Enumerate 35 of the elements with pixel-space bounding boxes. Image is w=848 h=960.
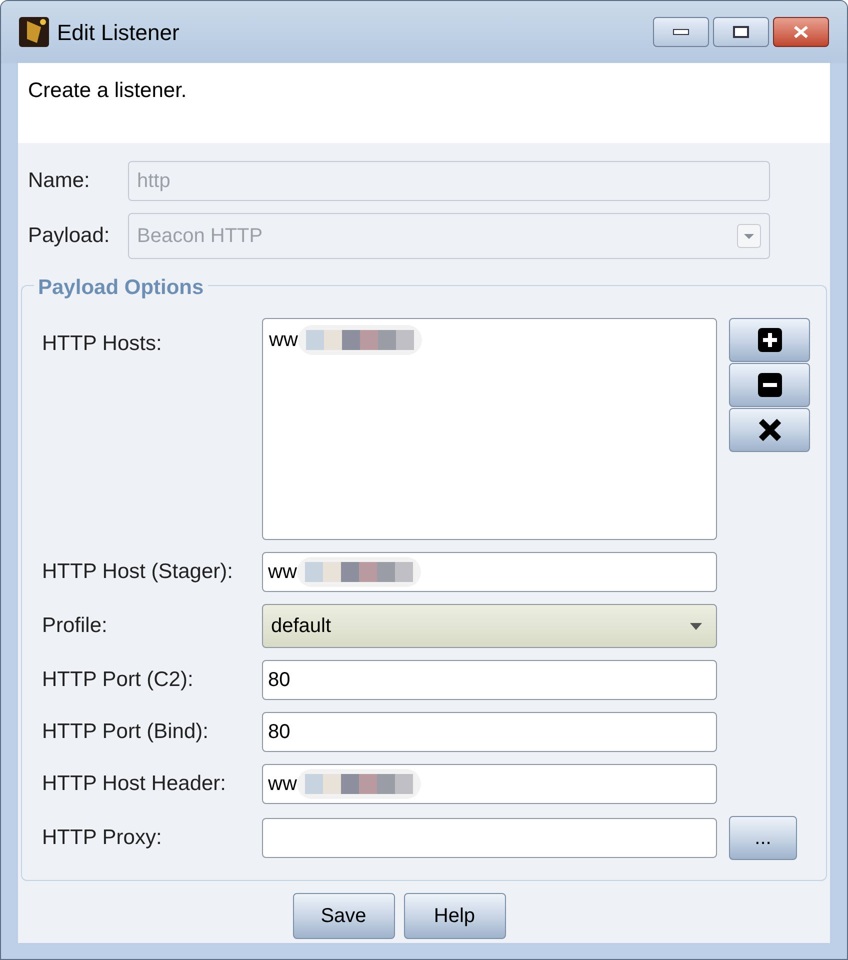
app-icon <box>19 17 49 47</box>
dialog-button[interactable]: Save <box>292 893 394 939</box>
caret-icon <box>690 622 702 630</box>
maximize-button[interactable] <box>713 17 769 47</box>
field-label: HTTP Hosts: <box>42 331 163 357</box>
field-label: Payload: <box>28 223 111 250</box>
profile-dropdown[interactable]: default <box>262 604 717 648</box>
field-label: HTTP Host Header: <box>42 771 228 798</box>
caret-icon <box>737 224 761 248</box>
dialog-button[interactable]: Help <box>404 893 506 939</box>
text-field[interactable]: ww <box>262 552 717 592</box>
description-text: Create a listener. <box>28 79 187 102</box>
browse-button[interactable]: ... <box>729 816 797 860</box>
plus-icon <box>756 327 782 353</box>
list-item[interactable]: ww <box>269 325 298 355</box>
minus-icon <box>756 372 782 398</box>
add-button[interactable] <box>729 318 810 362</box>
window-title: Edit Listener <box>57 18 180 46</box>
field-label: HTTP Proxy: <box>42 825 163 852</box>
proxy-field[interactable] <box>262 818 717 858</box>
field-label: HTTP Host (Stager): <box>42 559 234 586</box>
text-field[interactable]: ww <box>262 764 717 804</box>
field-label: HTTP Port (C2): <box>42 667 194 694</box>
clear-button[interactable] <box>729 408 810 452</box>
minimize-button[interactable] <box>653 17 709 47</box>
close-icon <box>756 417 782 443</box>
field-label: Profile: <box>42 613 108 640</box>
close-icon <box>793 25 809 39</box>
hosts-list[interactable]: ww <box>262 318 717 540</box>
field-label: HTTP Port (Bind): <box>42 719 210 746</box>
field-label: Name: <box>28 168 91 194</box>
text-field[interactable]: 80 <box>262 712 717 752</box>
remove-button[interactable] <box>729 363 810 407</box>
text-field[interactable]: 80 <box>262 660 717 700</box>
close-button[interactable] <box>773 17 829 47</box>
